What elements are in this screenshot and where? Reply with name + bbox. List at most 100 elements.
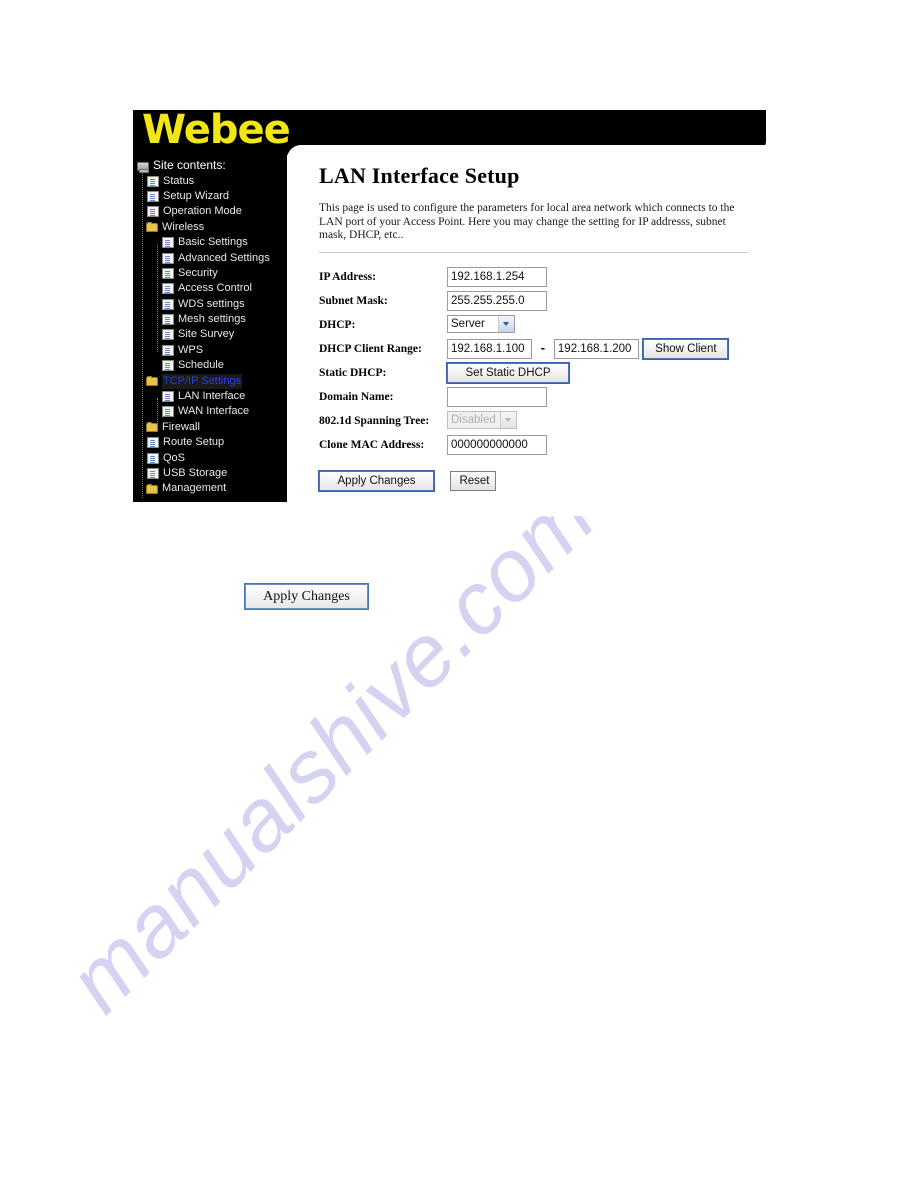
page-icon [147, 206, 159, 218]
sidebar-item-label: Operation Mode [163, 205, 242, 218]
form-row-ip-address: IP Address: [319, 265, 728, 289]
sidebar-item-status[interactable]: Status [133, 173, 287, 188]
dhcp-select[interactable]: Server [447, 315, 515, 334]
sidebar-item-wireless[interactable]: Wireless [133, 220, 287, 235]
clone-mac-label: Clone MAC Address: [319, 438, 425, 451]
content-panel: LAN Interface Setup This page is used to… [287, 145, 766, 516]
form-row-subnet-mask: Subnet Mask: [319, 289, 728, 313]
sidebar-item-label: TCP/IP Settings [162, 373, 243, 389]
page-icon [147, 190, 159, 202]
sidebar-item-label: Access Control [178, 282, 252, 295]
page-title: LAN Interface Setup [319, 163, 520, 188]
form-row-domain-name: Domain Name: [319, 385, 728, 409]
section-divider [319, 251, 748, 253]
sidebar-item-label: Schedule [178, 359, 224, 372]
page-icon [147, 468, 159, 479]
page-icon [162, 360, 174, 372]
spanning-tree-label: 802.1d Spanning Tree: [319, 414, 430, 427]
page-icon [162, 283, 174, 295]
apply-changes-button[interactable]: Apply Changes [319, 470, 434, 491]
sidebar-item-usb-storage[interactable]: USB Storage [133, 466, 287, 481]
chevron-down-icon [500, 412, 516, 429]
domain-name-label: Domain Name: [319, 390, 394, 403]
router-admin-window: Webee Site contents: Status Setup Wizard O… [133, 110, 766, 516]
set-static-dhcp-button[interactable]: Set Static DHCP [447, 362, 569, 383]
range-separator: - [540, 339, 546, 355]
sidebar-root-label: Site contents: [153, 158, 226, 173]
page-icon [162, 267, 174, 279]
page-icon [162, 406, 174, 418]
folder-icon [146, 376, 158, 387]
page-icon [162, 329, 174, 341]
sidebar-item-management[interactable]: Management [133, 481, 287, 496]
computer-icon [137, 161, 149, 173]
sidebar-item-route-setup[interactable]: Route Setup [133, 435, 287, 450]
sidebar-item-schedule[interactable]: Schedule [133, 358, 287, 373]
sidebar-item-label: WAN Interface [178, 405, 250, 418]
form-row-clone-mac: Clone MAC Address: [319, 433, 728, 457]
folder-icon [146, 222, 158, 233]
sidebar-item-label: Wireless [162, 220, 205, 233]
sidebar-item-label: Route Setup [163, 436, 225, 449]
page-icon [162, 344, 174, 356]
page-description: This page is used to configure the param… [319, 202, 735, 241]
page-icon [147, 437, 159, 449]
clone-mac-input[interactable] [447, 434, 547, 455]
page-icon [162, 314, 174, 326]
form-row-dhcp-client-range: DHCP Client Range: - Show Client [319, 337, 729, 361]
dhcp-select-value: Server [451, 318, 485, 331]
sidebar-item-label: WPS [178, 343, 204, 356]
ip-address-input[interactable] [447, 266, 547, 287]
page-icon [162, 252, 174, 264]
sidebar-item-operation-mode[interactable]: Operation Mode [133, 204, 287, 219]
sidebar-item-label: Basic Settings [178, 236, 248, 249]
standalone-apply-changes-button[interactable]: Apply Changes [245, 584, 368, 609]
page-icon [162, 237, 174, 249]
page-icon [162, 391, 174, 403]
page-icon [162, 298, 174, 310]
sidebar-item-label: QoS [163, 451, 186, 464]
dhcp-range-start-input[interactable] [447, 338, 532, 359]
ip-address-label: IP Address: [319, 270, 376, 283]
tree-connector-line [142, 173, 144, 498]
chevron-down-icon [498, 316, 514, 333]
folder-icon [146, 422, 158, 433]
sidebar-item-label: Status [163, 174, 195, 187]
dhcp-label: DHCP: [319, 318, 356, 331]
sidebar-item-setup-wizard[interactable]: Setup Wizard [133, 189, 287, 204]
dhcp-range-end-input[interactable] [553, 338, 639, 359]
show-client-button[interactable]: Show Client [643, 338, 729, 359]
sidebar-item-label: Firewall [162, 420, 200, 433]
sidebar-item-label: Mesh settings [178, 313, 246, 326]
page-icon [147, 452, 159, 464]
sidebar-item-tcp-ip-settings[interactable]: TCP/IP Settings [133, 373, 287, 389]
form-actions: Apply Changes Reset [319, 470, 750, 491]
reset-button[interactable]: Reset [450, 470, 497, 491]
spanning-tree-select: Disabled [447, 411, 517, 430]
domain-name-input[interactable] [447, 386, 547, 407]
sidebar-item-qos[interactable]: QoS [133, 450, 287, 465]
sidebar-item-label: USB Storage [163, 467, 228, 479]
dhcp-client-range-label: DHCP Client Range: [319, 342, 422, 355]
form-row-static-dhcp: Static DHCP: Set Static DHCP [319, 361, 728, 385]
sidebar-item-label: WDS settings [178, 297, 245, 310]
sidebar-item-label: Setup Wizard [163, 189, 230, 202]
tree-connector-line-wireless [157, 245, 159, 352]
sidebar-root: Site contents: [133, 158, 287, 173]
watermark-text: manualshive.com [48, 465, 614, 1031]
lan-settings-form: IP Address: Subnet Mask: DHCP: Server [319, 265, 729, 457]
sidebar-item-label: Security [178, 266, 218, 279]
sidebar-item-label: Management [162, 482, 227, 495]
subnet-mask-label: Subnet Mask: [319, 294, 388, 307]
form-row-dhcp: DHCP: Server [319, 313, 728, 337]
subnet-mask-input[interactable] [447, 290, 547, 311]
spanning-tree-select-value: Disabled [451, 414, 496, 427]
static-dhcp-label: Static DHCP: [319, 366, 387, 379]
folder-icon [146, 483, 158, 494]
sidebar-navigation: Site contents: Status Setup Wizard Operati… [133, 155, 287, 502]
page-icon [147, 175, 159, 187]
form-row-spanning-tree: 802.1d Spanning Tree: Disabled [319, 409, 728, 433]
sidebar-item-label: Advanced Settings [178, 251, 270, 264]
webee-logo: Webee [142, 110, 291, 153]
sidebar-item-label: LAN Interface [178, 390, 246, 403]
